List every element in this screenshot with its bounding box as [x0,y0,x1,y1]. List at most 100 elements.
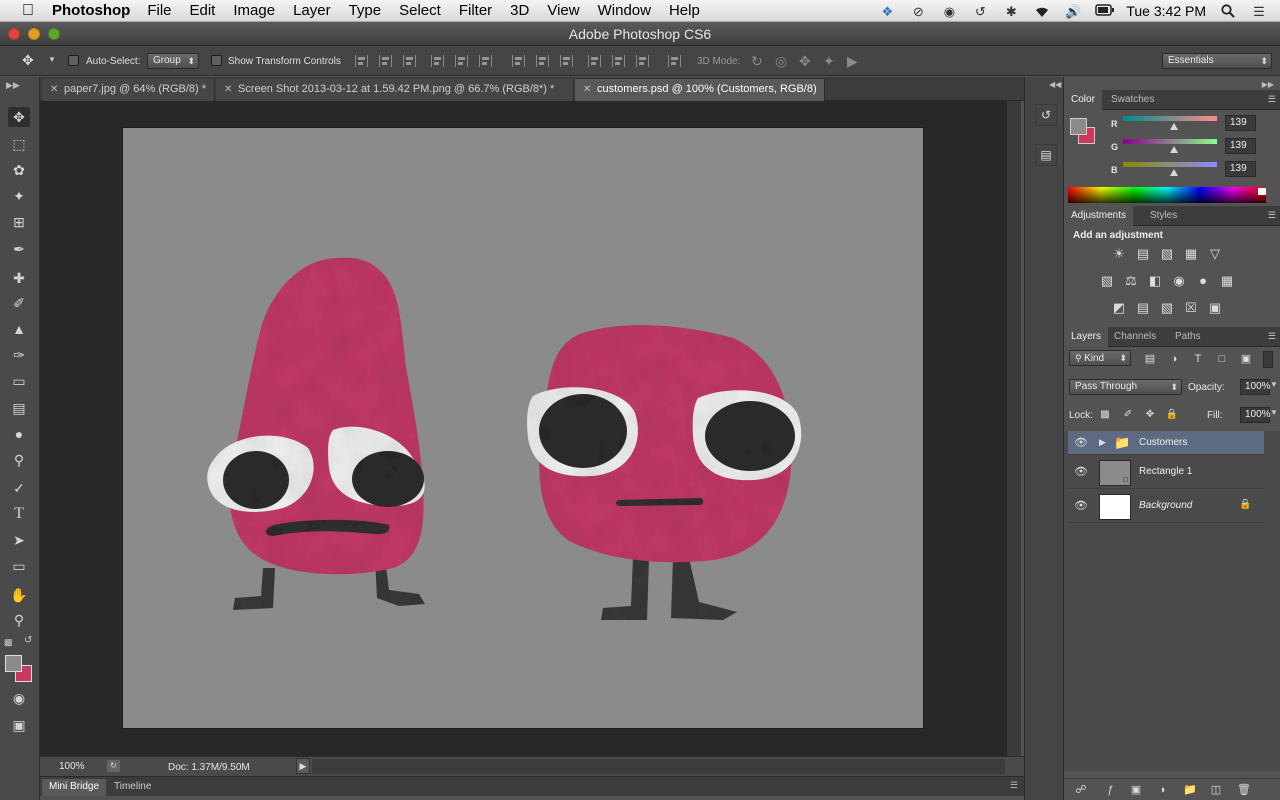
marquee-tool-icon[interactable]: ⬚ [8,134,30,154]
crop-tool-icon[interactable]: ⊞ [8,212,30,232]
lock-image-icon[interactable]: ✐ [1119,407,1137,423]
pen-tool-icon[interactable]: ✓ [8,478,30,498]
workspace-dropdown[interactable]: Essentials [1162,53,1272,69]
red-value-field[interactable]: 139 [1225,115,1256,131]
filter-adjustment-icon[interactable]: ◑ [1165,351,1183,367]
auto-align-layers-icon[interactable] [668,55,681,67]
dropbox-icon[interactable]: ❖ [878,4,896,19]
gradient-map-icon[interactable]: ☒ [1182,300,1200,316]
rectangle-tool-icon[interactable]: ▭ [8,556,30,576]
layers-panel-menu-icon[interactable]: ☰ [1268,331,1276,342]
distribute-vcenter-icon[interactable] [536,55,549,67]
auto-select-checkbox[interactable] [68,55,79,66]
bluetooth-icon[interactable]: ✱ [1002,4,1020,19]
distribute-bottom-icon[interactable] [560,55,573,67]
clone-stamp-tool-icon[interactable]: ▲ [8,319,30,339]
filter-toggle-switch[interactable] [1263,351,1273,368]
layer-row-customers[interactable]: 👁 ▶ 📁 Customers [1068,431,1264,455]
status-menu-arrow-icon[interactable]: ▶ [296,758,310,774]
lock-position-icon[interactable]: ✥ [1141,407,1159,423]
tab-adjustments[interactable]: Adjustments [1064,206,1134,226]
color-lookup-icon[interactable]: ▦ [1218,273,1236,289]
blue-slider[interactable] [1123,162,1217,167]
blue-value-field[interactable]: 139 [1225,161,1256,177]
preset-dropdown-icon[interactable]: ▼ [48,55,56,64]
doc-tab-customers[interactable]: ✕ customers.psd @ 100% (Customers, RGB/8… [575,79,825,101]
brush-tool-icon[interactable]: ✐ [8,293,30,313]
menu-select[interactable]: Select [390,2,450,19]
menu-image[interactable]: Image [224,2,284,19]
properties-panel-icon[interactable]: ▤ [1035,144,1057,166]
color-panel-menu-icon[interactable]: ☰ [1268,94,1276,105]
filter-type-icon[interactable]: T [1189,351,1207,367]
notification-center-icon[interactable]: ☰ [1250,4,1268,19]
dodge-tool-icon[interactable]: ⚲ [8,450,30,470]
tab-paths[interactable]: Paths [1168,327,1208,347]
opacity-dropdown-icon[interactable]: ▼ [1270,380,1278,389]
magic-wand-tool-icon[interactable]: ✦ [8,186,30,206]
black-white-icon[interactable]: ◧ [1146,273,1164,289]
tools-collapse-icon[interactable]: ▶▶ [6,80,20,91]
align-top-icon[interactable] [355,55,368,67]
path-selection-tool-icon[interactable]: ➤ [8,530,30,550]
dock-collapse-icon[interactable]: ◀◀ [1049,80,1061,89]
threshold-icon[interactable]: ▧ [1158,300,1176,316]
move-tool-icon[interactable]: ✥ [8,107,30,127]
tab-layers[interactable]: Layers [1064,327,1109,347]
show-transform-controls-checkbox[interactable] [211,55,222,66]
3d-scale-icon[interactable]: ▶ [847,53,858,70]
app-menu[interactable]: Photoshop [52,2,130,19]
vibrance-icon[interactable]: ▽ [1206,246,1224,262]
new-layer-icon[interactable]: ◫ [1207,782,1225,798]
doc-tab-paper7[interactable]: ✕ paper7.jpg @ 64% (RGB/8) * [42,79,215,101]
green-slider-thumb[interactable] [1170,146,1179,153]
green-slider[interactable] [1123,139,1217,144]
battery-icon[interactable] [1095,3,1115,18]
filter-smart-object-icon[interactable]: ▣ [1237,351,1255,367]
tab-styles[interactable]: Styles [1143,206,1184,226]
apple-menu-icon[interactable]:  [18,2,38,20]
tab-swatches[interactable]: Swatches [1104,90,1161,110]
default-colors-icon[interactable]: ▩ [4,637,13,648]
do-not-disturb-icon[interactable]: ⊘ [909,4,927,19]
opacity-field[interactable]: 100% [1240,379,1271,395]
lasso-tool-icon[interactable]: ✿ [8,160,30,180]
distribute-hcenter-icon[interactable] [612,55,625,67]
close-tab-icon[interactable]: ✕ [583,79,591,100]
distribute-left-icon[interactable] [588,55,601,67]
red-slider[interactable] [1123,116,1217,121]
link-layers-icon[interactable]: ☍ [1072,782,1090,798]
new-adjustment-layer-icon[interactable]: ◑ [1153,782,1171,798]
drive-icon[interactable]: ◉ [940,4,958,19]
layer-name[interactable]: Background [1139,500,1192,511]
layer-name[interactable]: Customers [1139,437,1187,448]
3d-rotate-icon[interactable]: ↻ [751,53,763,70]
layer-name[interactable]: Rectangle 1 [1139,466,1192,477]
foreground-color-swatch[interactable] [5,655,22,672]
close-tab-icon[interactable]: ✕ [50,79,58,100]
add-mask-icon[interactable]: ▣ [1127,782,1145,798]
spotlight-search-icon[interactable] [1219,3,1237,18]
tab-mini-bridge[interactable]: Mini Bridge [42,779,107,796]
blue-slider-thumb[interactable] [1170,169,1179,176]
gradient-tool-icon[interactable]: ▤ [8,398,30,418]
delete-layer-icon[interactable]: 🗑 [1235,782,1253,798]
filter-shape-icon[interactable]: □ [1213,351,1231,367]
screen-mode-icon[interactable]: ▣ [8,715,30,735]
visibility-eye-icon[interactable]: 👁 [1074,499,1088,512]
tab-timeline[interactable]: Timeline [107,779,158,796]
auto-select-dropdown[interactable]: Group [147,53,199,69]
distribute-top-icon[interactable] [512,55,525,67]
type-tool-icon[interactable]: T [8,504,30,524]
quick-mask-icon[interactable]: ◉ [8,688,30,708]
spectrum-white-swatch[interactable] [1258,188,1266,195]
layer-row-rectangle-1[interactable]: 👁 □ Rectangle 1 [1068,456,1264,489]
menu-3d[interactable]: 3D [501,2,538,19]
photo-filter-icon[interactable]: ◉ [1170,273,1188,289]
menu-edit[interactable]: Edit [181,2,225,19]
adjustments-panel-menu-icon[interactable]: ☰ [1268,210,1276,221]
history-brush-tool-icon[interactable]: ✑ [8,345,30,365]
layer-filter-kind-dropdown[interactable]: ⚲ Kind [1069,350,1131,366]
blur-tool-icon[interactable]: ● [8,424,30,444]
3d-roll-icon[interactable]: ◎ [775,53,787,70]
